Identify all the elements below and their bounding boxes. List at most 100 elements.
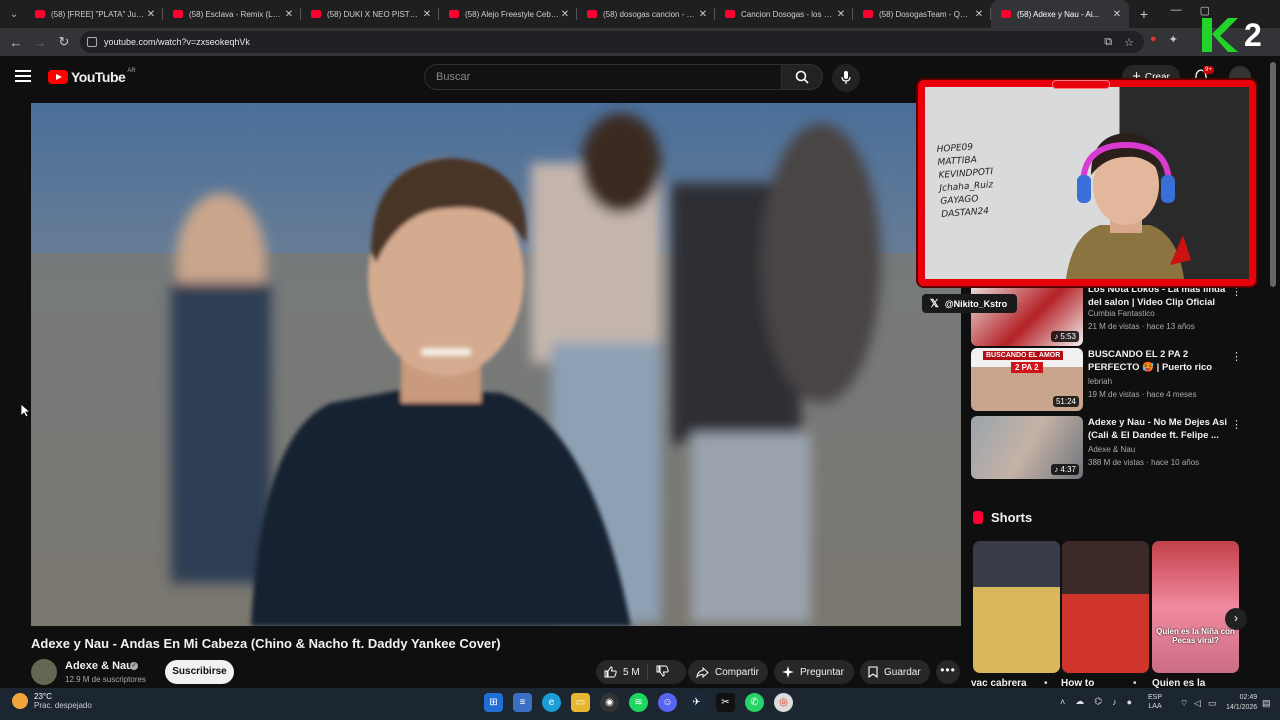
edge-icon[interactable]: e <box>542 693 561 712</box>
search-input[interactable]: Buscar <box>424 64 782 90</box>
channel-name[interactable]: Adexe & Nau <box>65 660 133 672</box>
browser-tab[interactable]: (58) DosogasTeam - QUE... ✕ <box>853 0 991 28</box>
voice-search-button[interactable] <box>832 64 860 92</box>
extensions-puzzle-icon[interactable]: ✦ <box>1169 33 1178 46</box>
thumbnail-subcaption: 2 PA 2 <box>1011 362 1043 373</box>
obs-icon[interactable]: ◉ <box>600 693 619 712</box>
site-info-icon[interactable] <box>87 37 97 47</box>
duration-text: 5:53 <box>1060 332 1076 341</box>
recommended-channel[interactable]: Adexe & Nau <box>1088 445 1135 454</box>
close-tab-icon[interactable]: ✕ <box>835 9 847 20</box>
bookmark-star-icon[interactable]: ☆ <box>1124 36 1134 49</box>
duration-text: 4:37 <box>1060 465 1076 474</box>
battery-icon[interactable]: ▭ <box>1208 698 1217 709</box>
volume-icon[interactable]: ◁ <box>1194 698 1201 709</box>
file-explorer-icon[interactable]: ▭ <box>571 693 590 712</box>
browser-tab[interactable]: (58) Alejo Freestyle Cebad... ✕ <box>439 0 577 28</box>
recommended-channel[interactable]: Cumbia Fantastico <box>1088 309 1155 318</box>
notepad-icon[interactable]: ≡ <box>513 693 532 712</box>
close-tab-icon[interactable]: ✕ <box>145 9 157 20</box>
more-options-icon[interactable]: ⋮ <box>1231 285 1242 298</box>
thumbs-up-icon <box>604 666 617 678</box>
close-tab-icon[interactable]: ✕ <box>559 9 571 20</box>
recommended-channel[interactable]: lebriah <box>1088 377 1112 386</box>
address-bar[interactable]: youtube.com/watch?v=zxseokeqhVk ⧉ ☆ <box>80 31 1144 53</box>
recommended-video[interactable]: ♪ 5:53 Los Nota Lokos - La mas linda del… <box>971 283 1261 347</box>
weather-widget[interactable]: 23°C Prac. despejado <box>12 692 92 710</box>
short-thumbnail[interactable] <box>973 541 1060 673</box>
chrome-icon[interactable]: ◎ <box>774 693 793 712</box>
cloud-icon[interactable]: ☁ <box>1075 696 1084 707</box>
page-scrollbar[interactable] <box>1270 62 1276 287</box>
wifi-icon[interactable]: ⌔ <box>1180 698 1188 709</box>
back-arrow-icon[interactable]: ← <box>4 35 28 50</box>
browser-tab[interactable]: (58) [FREE] "PLATA" Juan... ✕ <box>25 0 163 28</box>
hamburger-menu-icon[interactable] <box>15 70 31 82</box>
like-dislike-group: 5 M <box>596 660 686 684</box>
new-tab-button[interactable]: + <box>1133 6 1155 22</box>
duration-badge: ♪ 5:53 <box>1051 331 1079 342</box>
reload-icon[interactable]: ↻ <box>52 34 76 50</box>
language-indicator[interactable]: ESP LAA <box>1148 693 1162 711</box>
youtube-logo[interactable]: YouTube AR <box>48 68 136 85</box>
clock-date: 14/1/2026 <box>1226 704 1258 711</box>
video-thumbnail[interactable]: BUSCANDO EL AMOR 2 PA 2 51:24 <box>971 348 1083 411</box>
capcut-icon[interactable]: ✂ <box>716 693 735 712</box>
steam-icon[interactable]: ✈ <box>687 693 706 712</box>
close-tab-icon[interactable]: ✕ <box>283 9 295 20</box>
sound-icon[interactable]: ♪ <box>1112 697 1117 707</box>
tab-list-button[interactable]: ⌄ <box>3 3 25 25</box>
browser-tab-active[interactable]: (58) Adexe y Nau - Ai... ✕ <box>991 0 1129 28</box>
install-app-icon[interactable]: ⧉ <box>1104 36 1112 49</box>
chevron-right-icon[interactable]: › <box>1225 608 1247 630</box>
minimize-icon[interactable]: — <box>1171 4 1182 17</box>
save-button[interactable]: Guardar <box>860 660 930 684</box>
more-actions-icon[interactable]: ••• <box>936 660 960 684</box>
browser-tab[interactable]: (58) dosogas cancion - Yo... ✕ <box>577 0 715 28</box>
discord-icon[interactable]: ☺ <box>658 693 677 712</box>
svg-text:2: 2 <box>1244 17 1262 53</box>
ask-button[interactable]: Preguntar <box>774 660 854 684</box>
close-tab-icon[interactable]: ✕ <box>697 9 709 20</box>
close-tab-icon[interactable]: ✕ <box>421 9 433 20</box>
browser-tab[interactable]: (58) DUKI X NEO PISTEA X...✕ <box>301 0 439 28</box>
whatsapp-icon[interactable]: ✆ <box>745 693 764 712</box>
windows-taskbar: 23°C Prac. despejado ⊞ ≡ e ▭ ◉ ≋ ☺ ✈ ✂ ✆… <box>0 688 1280 720</box>
recommended-video[interactable]: ♪ 4:37 Adexe y Nau - No Me Dejes Asi (Ca… <box>971 416 1261 480</box>
more-options-icon[interactable]: ⋮ <box>1231 350 1242 363</box>
spotify-icon[interactable]: ≋ <box>629 693 648 712</box>
recommended-video[interactable]: BUSCANDO EL AMOR 2 PA 2 51:24 BUSCANDO E… <box>971 348 1261 412</box>
like-button[interactable]: 5 M <box>596 664 648 680</box>
dislike-button[interactable] <box>648 665 669 680</box>
close-tab-icon[interactable]: ✕ <box>1111 9 1123 20</box>
forward-arrow-icon[interactable]: → <box>28 35 52 50</box>
short-thumbnail[interactable] <box>1062 541 1149 673</box>
extension-icon[interactable]: ● <box>1150 33 1157 46</box>
url-text: youtube.com/watch?v=zxseokeqhVk <box>104 37 250 47</box>
weather-condition: Prac. despejado <box>34 701 92 710</box>
video-thumbnail[interactable]: ♪ 4:37 <box>971 416 1083 479</box>
chevron-up-icon[interactable]: ˄ <box>1060 697 1065 707</box>
search-button[interactable] <box>781 64 823 90</box>
clock[interactable]: 02:49 14/1/2026 <box>1226 693 1257 713</box>
channel-avatar[interactable] <box>31 659 57 685</box>
recommended-title[interactable]: Adexe y Nau - No Me Dejes Asi (Cali & El… <box>1088 416 1228 442</box>
more-options-icon[interactable]: ⋮ <box>1231 418 1242 431</box>
recommended-title[interactable]: BUSCANDO EL 2 PA 2 PERFECTO 🥵 | Puerto r… <box>1088 348 1228 374</box>
windows-start-icon[interactable]: ⊞ <box>484 693 503 712</box>
verified-check-icon: ✓ <box>130 662 138 670</box>
short-caption: Quien es la Niña con Pecas viral? <box>1156 627 1235 645</box>
video-player[interactable] <box>31 103 961 626</box>
close-tab-icon[interactable]: ✕ <box>973 9 985 20</box>
notification-center-icon[interactable]: ▤ <box>1262 698 1271 709</box>
recommended-title[interactable]: Los Nota Lokos - La mas linda del salon … <box>1088 283 1228 309</box>
share-button[interactable]: Compartir <box>688 660 768 684</box>
short-thumbnail[interactable]: Quien es la Niña con Pecas viral? <box>1152 541 1239 673</box>
video-thumbnail[interactable]: ♪ 5:53 <box>971 283 1083 346</box>
subscribe-button[interactable]: Suscribirse <box>165 660 234 684</box>
x-logo-icon: 𝕏 <box>930 298 939 310</box>
browser-tab[interactable]: Cancion Dosogas - los co... ✕ <box>715 0 853 28</box>
browser-tab[interactable]: (58) Esclava - Remix (LETR...✕ <box>163 0 301 28</box>
mic-tray-icon[interactable]: ● <box>1127 697 1132 707</box>
network-icon[interactable]: ⌬ <box>1094 696 1102 707</box>
